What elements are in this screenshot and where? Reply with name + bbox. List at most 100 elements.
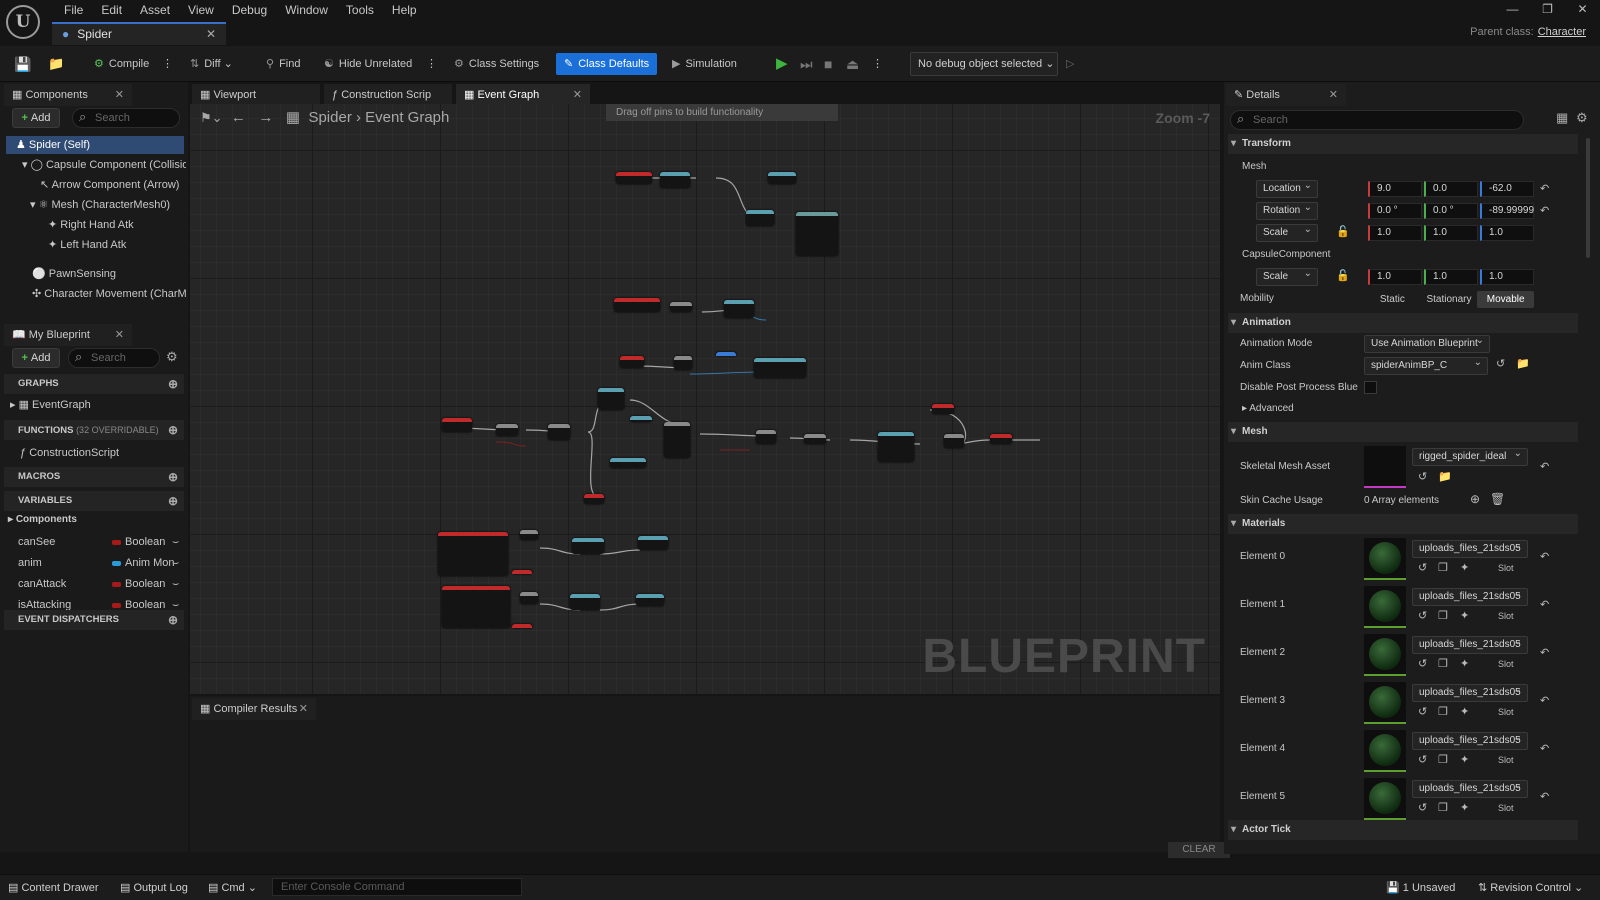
add-element-icon[interactable]: ⊕ [1470, 492, 1480, 506]
close-icon[interactable]: ✕ [1329, 84, 1338, 106]
play-options-icon[interactable]: ⋮ [872, 53, 883, 75]
compile-button[interactable]: ⚙ Compile [94, 53, 149, 75]
section-transform[interactable]: Transform [1228, 134, 1578, 154]
graph-node[interactable] [614, 298, 660, 312]
restore-icon[interactable]: ❐ [1530, 0, 1565, 18]
subsection-mesh[interactable]: Mesh [1228, 158, 1266, 176]
browse-icon[interactable]: 📁 [48, 53, 64, 75]
menu-asset[interactable]: Asset [131, 2, 179, 18]
gear-icon[interactable]: ⚙ [1576, 110, 1588, 126]
graph-node[interactable] [724, 300, 754, 318]
material-thumbnail[interactable] [1364, 730, 1406, 772]
scale-dropdown[interactable]: Scale [1256, 224, 1318, 242]
details-search-input[interactable]: Search [1230, 110, 1524, 130]
tree-item-arrow[interactable]: ↖ Arrow Component (Arrow) [40, 176, 186, 194]
unsaved-button[interactable]: 💾 1 Unsaved [1386, 879, 1455, 897]
menu-tools[interactable]: Tools [337, 2, 383, 18]
scale-z-input[interactable]: 1.0 [1480, 225, 1534, 241]
graph-node[interactable] [548, 424, 570, 440]
macros-section[interactable]: MACROS ⊕ [4, 467, 184, 487]
use-selected-icon[interactable]: ↺ [1418, 609, 1427, 622]
add-graph-icon[interactable]: ⊕ [168, 374, 178, 394]
section-animation[interactable]: Animation [1228, 313, 1578, 333]
material-thumbnail[interactable] [1364, 682, 1406, 724]
tree-item-character-movement[interactable]: ✣ Character Movement (CharMoveComp) [32, 285, 186, 303]
tree-item-pawnsensing[interactable]: ⚪ PawnSensing [32, 265, 186, 283]
document-tab-spider[interactable]: ● Spider ✕ [52, 22, 226, 45]
gear-icon[interactable]: ⚙ [166, 349, 178, 365]
lock-icon[interactable]: 🔓 [1336, 225, 1350, 238]
reset-icon[interactable]: ↶ [1540, 694, 1549, 707]
material-thumbnail[interactable] [1364, 586, 1406, 628]
advance-frame-icon[interactable]: ⏭ [800, 53, 813, 75]
anim-class-dropdown[interactable]: spiderAnimBP_C [1364, 357, 1488, 375]
section-actor-tick[interactable]: Actor Tick [1228, 820, 1578, 840]
use-selected-icon[interactable]: ↺ [1418, 561, 1427, 574]
tab-viewport[interactable]: ▦ Viewport [192, 84, 320, 106]
graph-node[interactable] [796, 212, 838, 256]
skel-mesh-thumbnail[interactable] [1364, 446, 1406, 488]
location-z-input[interactable]: -62.0 [1480, 181, 1534, 197]
browse-icon[interactable]: ❐ [1438, 609, 1448, 622]
graph-node[interactable] [572, 538, 604, 554]
console-input[interactable]: Enter Console Command [272, 878, 522, 896]
menu-edit[interactable]: Edit [92, 2, 131, 18]
use-selected-icon[interactable]: ↺ [1418, 753, 1427, 766]
mobility-static[interactable]: Static [1364, 291, 1421, 308]
reset-icon[interactable]: ↶ [1540, 646, 1549, 659]
add-dispatcher-icon[interactable]: ⊕ [168, 610, 178, 630]
graph-node[interactable] [570, 594, 600, 610]
diff-button[interactable]: ⇅ Diff ⌄ [190, 53, 233, 75]
graph-node[interactable] [660, 172, 690, 188]
details-scrollbar[interactable] [1586, 138, 1590, 258]
material-dropdown[interactable]: uploads_files_21sds05 [1412, 636, 1528, 654]
stop-icon[interactable]: ■ [824, 53, 832, 75]
use-selected-icon[interactable]: ↺ [1496, 357, 1505, 370]
cmd-dropdown[interactable]: ▤ Cmd ⌄ [208, 879, 257, 897]
graphs-section[interactable]: GRAPHS ⊕ [4, 374, 184, 394]
capsule-scale-y-input[interactable]: 1.0 [1424, 269, 1478, 285]
output-log-button[interactable]: ▤ Output Log [120, 879, 188, 897]
save-icon[interactable]: 💾 [14, 53, 31, 75]
eye-icon[interactable]: ⌣ [172, 575, 179, 593]
close-icon[interactable]: ✕ [573, 84, 582, 106]
capsule-scale-dropdown[interactable]: Scale [1256, 268, 1318, 286]
reset-icon[interactable]: ↶ [1540, 598, 1549, 611]
eye-icon[interactable]: ⌣ [172, 533, 179, 551]
close-icon[interactable]: ✕ [299, 698, 308, 720]
menu-help[interactable]: Help [383, 2, 426, 18]
graph-node[interactable] [990, 434, 1012, 444]
tab-construction-script[interactable]: ƒ Construction Script [324, 84, 452, 106]
material-dropdown[interactable]: uploads_files_21sds05 [1412, 684, 1528, 702]
capsule-scale-z-input[interactable]: 1.0 [1480, 269, 1534, 285]
anim-mode-dropdown[interactable]: Use Animation Blueprint [1364, 335, 1490, 353]
close-window-icon[interactable]: ✕ [1565, 0, 1600, 18]
rotation-y-input[interactable]: 0.0 ° [1424, 203, 1478, 219]
options-icon[interactable]: ✦ [1460, 753, 1469, 766]
browse-icon[interactable]: ❐ [1438, 705, 1448, 718]
material-dropdown[interactable]: uploads_files_21sds05 [1412, 540, 1528, 558]
material-dropdown[interactable]: uploads_files_21sds05 [1412, 780, 1528, 798]
graph-node[interactable] [512, 624, 532, 628]
variable-anim[interactable]: anim [18, 554, 42, 572]
parent-class-link[interactable]: Character [1538, 26, 1586, 38]
use-selected-icon[interactable]: ↺ [1418, 801, 1427, 814]
browse-icon[interactable]: 📁 [1438, 470, 1452, 483]
options-icon[interactable]: ✦ [1460, 561, 1469, 574]
reset-icon[interactable]: ↶ [1540, 742, 1549, 755]
graph-node[interactable] [620, 356, 644, 368]
graph-node[interactable] [442, 586, 510, 628]
debug-object-dropdown[interactable]: No debug object selected ⌄ [910, 52, 1058, 76]
add-component-button[interactable]: + Add [12, 108, 60, 128]
tab-event-graph[interactable]: ▦ Event Graph ✕ [456, 84, 590, 106]
graph-node[interactable] [610, 458, 646, 468]
content-drawer-button[interactable]: ▤ Content Drawer [8, 879, 99, 897]
location-dropdown[interactable]: Location [1256, 180, 1318, 198]
scale-x-input[interactable]: 1.0 [1368, 225, 1422, 241]
graph-node[interactable] [664, 422, 690, 458]
material-thumbnail[interactable] [1364, 538, 1406, 580]
variable-group-components[interactable]: ▸ Components [8, 511, 77, 529]
graph-node[interactable] [716, 352, 736, 356]
capsule-scale-x-input[interactable]: 1.0 [1368, 269, 1422, 285]
class-settings-button[interactable]: ⚙ Class Settings [454, 53, 539, 75]
